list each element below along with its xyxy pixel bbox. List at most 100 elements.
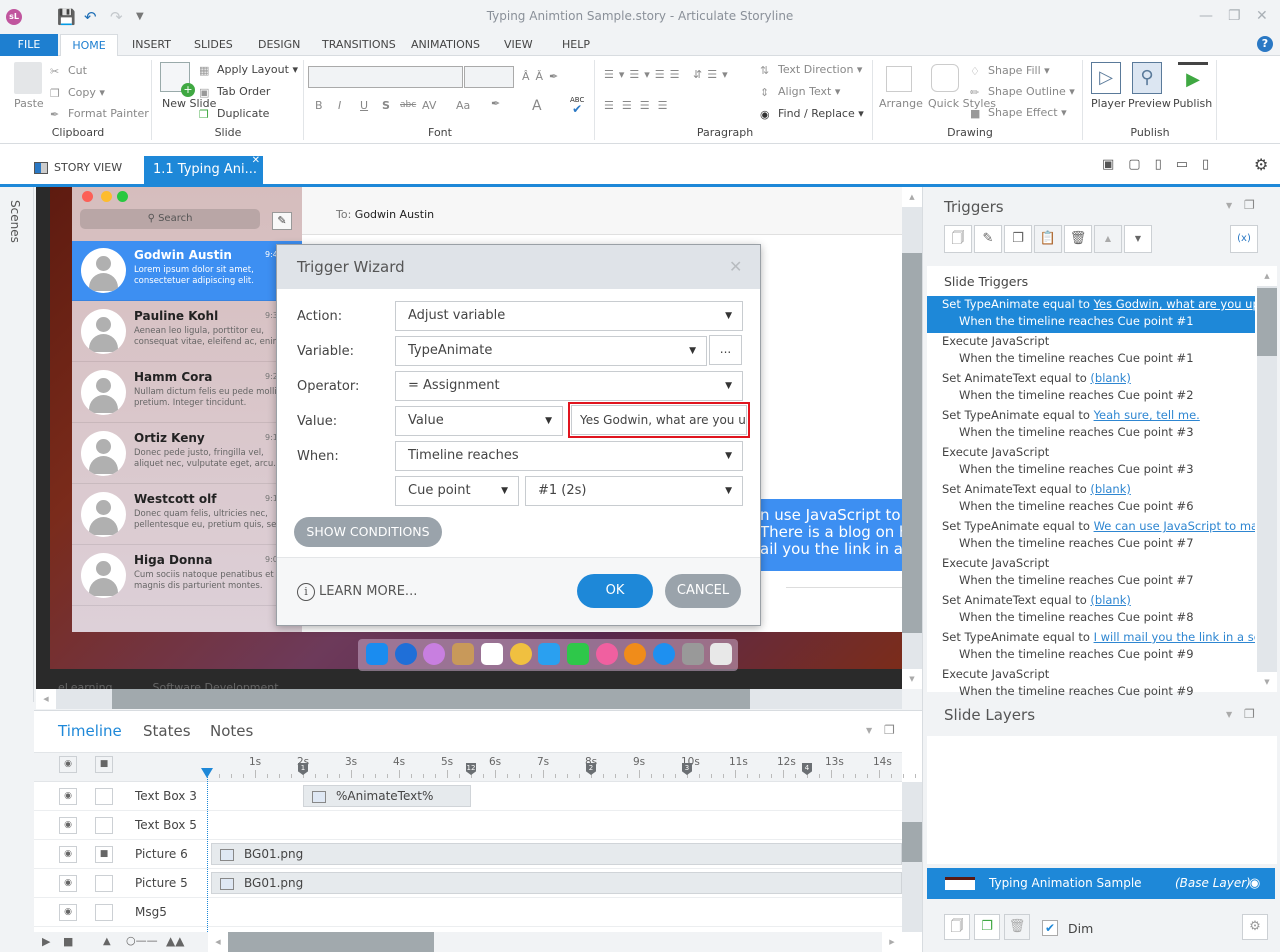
minimize-button[interactable]: —: [1199, 8, 1213, 24]
restore-button[interactable]: ❐: [1228, 8, 1241, 24]
eye-icon[interactable]: ◉: [59, 817, 77, 834]
copy-button[interactable]: ❐ Copy ▾: [50, 86, 105, 100]
tab-notes[interactable]: Notes: [210, 722, 253, 740]
publish-button[interactable]: Publish: [1173, 97, 1212, 110]
timeline-row[interactable]: ◉ Msg5: [34, 898, 902, 927]
panel-menu-icon[interactable]: ▼: [866, 726, 872, 735]
format-painter-button[interactable]: ✒ Format Painter: [50, 107, 149, 121]
layer-settings-button[interactable]: ⚙: [1242, 914, 1268, 940]
preview-button[interactable]: Preview: [1128, 97, 1171, 110]
cue-point-dropdown[interactable]: #1 (2s) ▼: [525, 476, 743, 506]
player-button[interactable]: Player: [1091, 97, 1125, 110]
timeline-horizontal-scrollbar[interactable]: [228, 932, 434, 952]
underline-button[interactable]: U: [360, 99, 368, 112]
new-slide-button[interactable]: New Slide: [162, 97, 216, 110]
timeline-row[interactable]: ◉ Text Box 3 %AnimateText%: [34, 782, 902, 811]
menu-design[interactable]: DESIGN: [250, 34, 308, 56]
triggers-scrollbar[interactable]: ▲ ▼: [1257, 266, 1277, 692]
learn-more-link[interactable]: i LEARN MORE...: [297, 583, 417, 601]
move-up-button[interactable]: ▲: [1094, 225, 1122, 253]
panel-menu-icon[interactable]: ▼: [1226, 710, 1232, 719]
lock-toggle[interactable]: [95, 817, 113, 834]
highlight-icon[interactable]: ✒: [491, 97, 500, 110]
shape-fill-button[interactable]: ♢ Shape Fill ▾: [970, 64, 1050, 78]
compose-icon[interactable]: ✎: [272, 212, 292, 230]
show-conditions-button[interactable]: SHOW CONDITIONS: [294, 517, 442, 547]
trigger-value-link[interactable]: Yeah sure, tell me.: [1094, 408, 1200, 422]
canvas-vertical-scrollbar[interactable]: ▲ ▼: [902, 187, 922, 689]
trigger-item[interactable]: Set AnimateText equal to (blank) When the…: [927, 592, 1255, 629]
paste-trigger-button[interactable]: 📋: [1034, 225, 1062, 253]
variables-button[interactable]: (x): [1230, 225, 1258, 253]
eye-icon[interactable]: ◉: [59, 846, 77, 863]
stop-icon[interactable]: ■: [63, 935, 73, 948]
copy-trigger-button[interactable]: ❐: [1004, 225, 1032, 253]
lock-toggle[interactable]: [95, 788, 113, 805]
font-size-grow-shrink[interactable]: ÂǍ✒: [522, 70, 564, 83]
menu-help[interactable]: HELP: [554, 34, 598, 56]
trigger-value-link[interactable]: (blank): [1090, 371, 1130, 385]
find-replace-button[interactable]: ◉ Find / Replace ▾: [760, 107, 864, 121]
action-dropdown[interactable]: Adjust variable ▼: [395, 301, 743, 331]
trigger-item[interactable]: Set AnimateText equal to (blank) When the…: [927, 370, 1255, 407]
trigger-value-link[interactable]: I will mail you the link in a second: [1094, 630, 1255, 644]
edit-trigger-button[interactable]: ✎: [974, 225, 1002, 253]
undock-icon[interactable]: ❐: [884, 723, 895, 737]
shadow-button[interactable]: S: [382, 99, 390, 112]
undock-icon[interactable]: ❐: [1244, 198, 1255, 212]
timeline-object-bar[interactable]: BG01.png: [211, 872, 902, 894]
delete-trigger-button[interactable]: 🗑: [1064, 225, 1092, 253]
bold-button[interactable]: B: [315, 99, 323, 112]
timeline-vertical-scrollbar[interactable]: [902, 782, 922, 932]
menu-view[interactable]: VIEW: [496, 34, 541, 56]
trigger-value-link[interactable]: Yes Godwin, what are you upto?: [1094, 297, 1255, 311]
menu-file[interactable]: FILE: [0, 34, 58, 56]
undock-icon[interactable]: ❐: [1244, 707, 1255, 721]
menu-animations[interactable]: ANIMATIONS: [403, 34, 488, 56]
shape-outline-button[interactable]: ✏ Shape Outline ▾: [970, 85, 1075, 99]
manage-variables-button[interactable]: ...: [709, 335, 742, 365]
eye-icon[interactable]: ◉: [59, 904, 77, 921]
strikethrough-button[interactable]: abc: [400, 100, 416, 110]
tab-states[interactable]: States: [143, 722, 191, 740]
ok-button[interactable]: OK: [577, 574, 653, 608]
new-trigger-button[interactable]: 🗍: [944, 225, 972, 253]
trigger-item[interactable]: Set TypeAnimate equal to We can use Java…: [927, 518, 1255, 555]
timeline-row[interactable]: ◉ Picture 5 BG01.png: [34, 869, 902, 898]
dim-checkbox[interactable]: ✔: [1042, 920, 1058, 936]
trigger-item[interactable]: Execute JavaScript When the timeline reac…: [927, 333, 1255, 370]
timeline-object-bar[interactable]: BG01.png: [211, 843, 902, 865]
search-field[interactable]: ⚲ Search: [80, 209, 260, 229]
paste-button[interactable]: Paste: [14, 97, 44, 110]
menu-insert[interactable]: INSERT: [124, 34, 179, 56]
new-layer-button[interactable]: 🗍: [944, 914, 970, 940]
font-size-combo[interactable]: [464, 66, 514, 88]
contact-item[interactable]: Hamm Cora Nullam dictum felis eu pede mol…: [72, 363, 302, 423]
variable-dropdown[interactable]: TypeAnimate ▼: [395, 336, 707, 366]
cue-type-dropdown[interactable]: Cue point ▼: [395, 476, 519, 506]
move-down-button[interactable]: ▼: [1124, 225, 1152, 253]
contact-item[interactable]: Higa Donna Cum sociis natoque penatibus e…: [72, 546, 302, 606]
lock-toggle[interactable]: [95, 904, 113, 921]
trigger-value-link[interactable]: We can use JavaScript to make it t: [1094, 519, 1255, 533]
zoom-in-icon[interactable]: ▲▲: [166, 934, 184, 948]
lock-toggle[interactable]: [95, 875, 113, 892]
trigger-item[interactable]: Execute JavaScript When the timeline reac…: [927, 444, 1255, 481]
font-family-combo[interactable]: [308, 66, 463, 88]
italic-button[interactable]: I: [338, 99, 341, 112]
menu-transitions[interactable]: TRANSITIONS: [314, 34, 404, 56]
trigger-value-link[interactable]: (blank): [1090, 593, 1130, 607]
character-spacing-button[interactable]: AV: [422, 99, 436, 112]
text-direction-button[interactable]: ⇅ Text Direction ▾: [760, 63, 862, 77]
trigger-item[interactable]: Set TypeAnimate equal to Yeah sure, tell…: [927, 407, 1255, 444]
timeline-row[interactable]: ◉ ■ Picture 6 BG01.png: [34, 840, 902, 869]
trigger-item[interactable]: Set TypeAnimate equal to Yes Godwin, wha…: [927, 296, 1255, 333]
tab-order-button[interactable]: ▣ Tab Order: [199, 85, 270, 99]
close-tab-icon[interactable]: ✕: [252, 147, 260, 175]
panel-menu-icon[interactable]: ▼: [1226, 201, 1232, 210]
help-icon[interactable]: ?: [1257, 36, 1273, 52]
scenes-panel[interactable]: [0, 187, 34, 702]
zoom-slider[interactable]: ○——: [126, 934, 158, 947]
scroll-right-icon[interactable]: ▶: [882, 932, 902, 952]
base-layer-item[interactable]: Typing Animation Sample (Base Layer) ◉: [927, 868, 1275, 899]
